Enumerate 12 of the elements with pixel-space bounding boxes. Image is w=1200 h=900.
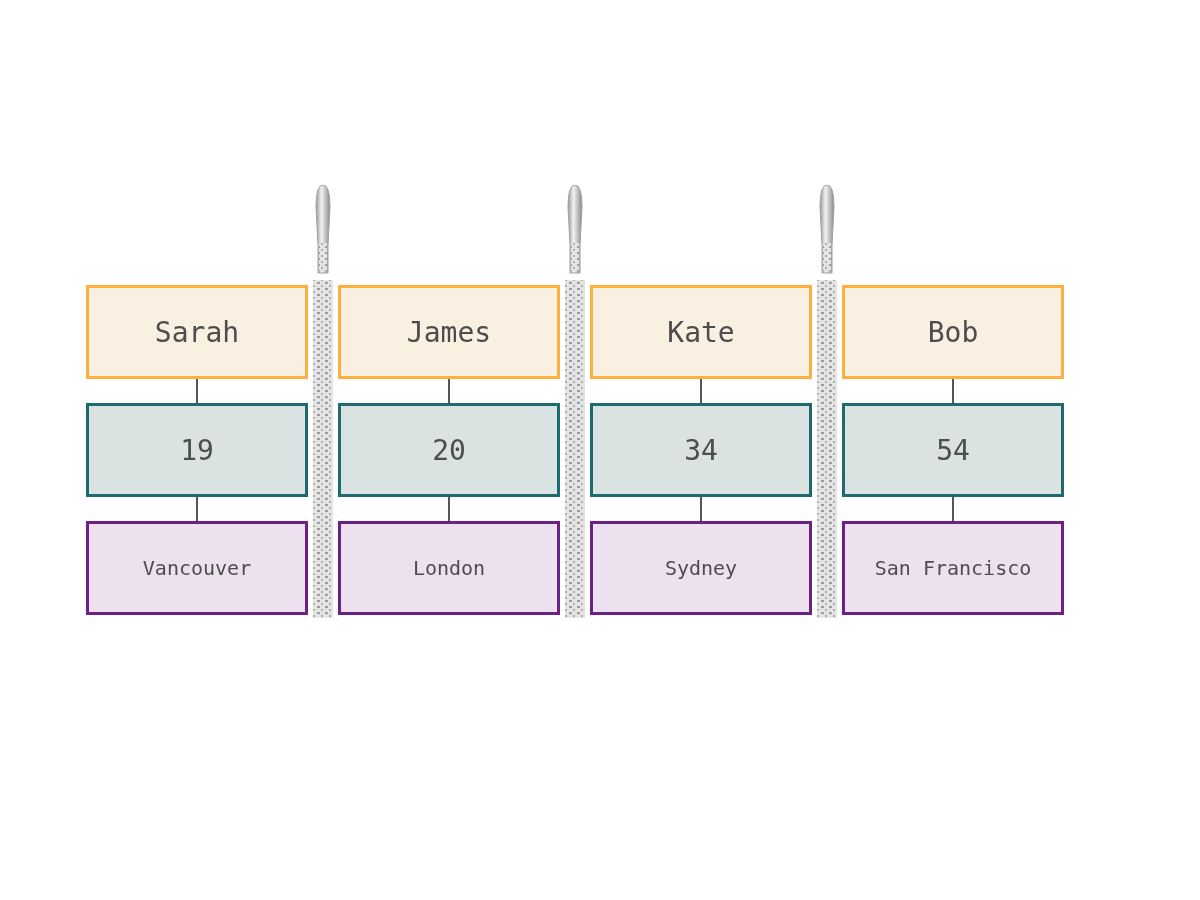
name-box: Bob	[842, 285, 1064, 379]
age-box: 34	[590, 403, 812, 497]
age-box: 19	[86, 403, 308, 497]
name-box: James	[338, 285, 560, 379]
city-box: London	[338, 521, 560, 615]
age-box: 54	[842, 403, 1064, 497]
city-box: Vancouver	[86, 521, 308, 615]
name-box: Kate	[590, 285, 812, 379]
city-box: Sydney	[590, 521, 812, 615]
age-box: 20	[338, 403, 560, 497]
name-box: Sarah	[86, 285, 308, 379]
city-box: San Francisco	[842, 521, 1064, 615]
